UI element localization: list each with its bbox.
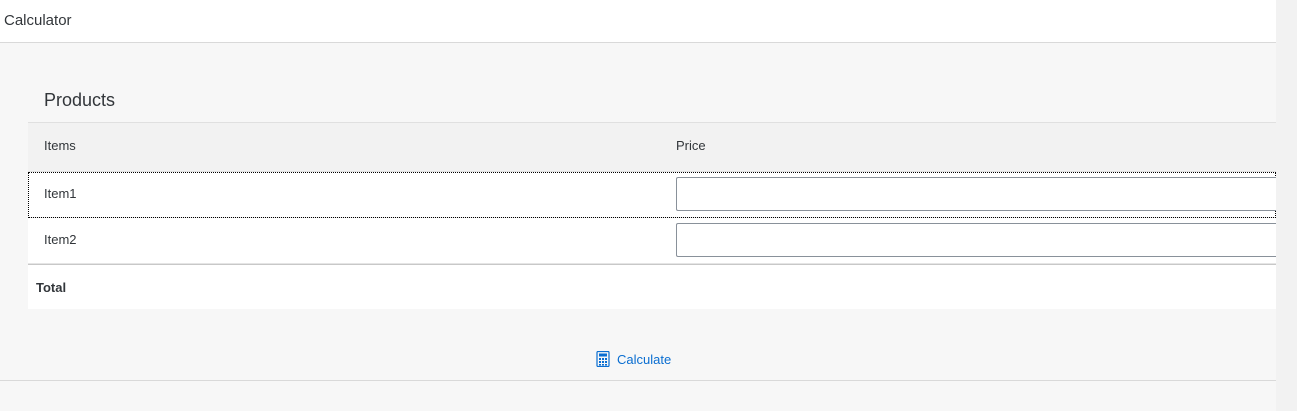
total-row: Total xyxy=(28,264,1276,309)
item-label: Item2 xyxy=(44,232,77,247)
price-input-item2[interactable] xyxy=(676,223,1276,257)
table-row[interactable]: Item1 xyxy=(28,172,1276,218)
total-label: Total xyxy=(36,280,67,295)
scrollbar-track[interactable] xyxy=(1276,0,1297,411)
table-header: Items Price xyxy=(28,122,1276,172)
calculate-label: Calculate xyxy=(617,351,672,367)
products-table: Items Price Item1 Item2 Total xyxy=(28,122,1276,309)
app-header: Calculator xyxy=(0,0,1276,43)
calculator-icon xyxy=(596,350,610,368)
column-header-price: Price xyxy=(676,138,706,153)
calculate-button[interactable]: Calculate xyxy=(596,349,671,369)
panel-title: Products xyxy=(44,90,116,110)
footer-divider xyxy=(0,380,1276,381)
column-header-items: Items xyxy=(44,138,76,153)
products-panel: Products Items Price Item1 Item2 Total xyxy=(28,80,1276,309)
price-input-item1[interactable] xyxy=(676,177,1276,211)
page: Calculator Products Items Price Item1 It… xyxy=(0,0,1297,411)
table-row[interactable]: Item2 xyxy=(28,218,1276,264)
page-title: Calculator xyxy=(4,12,72,29)
item-label: Item1 xyxy=(44,186,77,201)
